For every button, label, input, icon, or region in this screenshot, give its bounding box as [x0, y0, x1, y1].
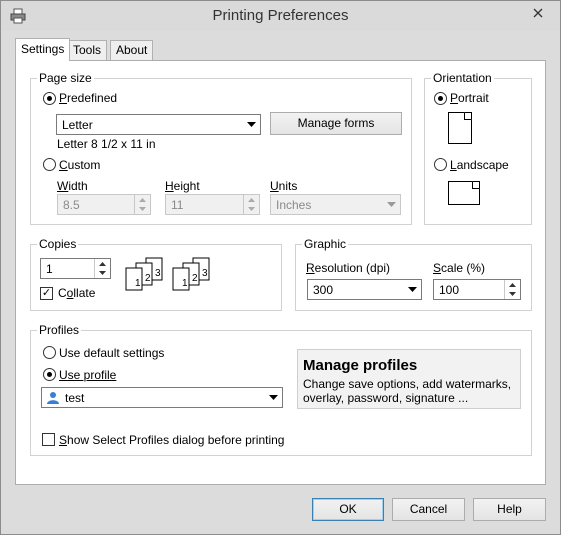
scale-spin-buttons[interactable]: [504, 280, 520, 299]
manage-profiles-desc-line1: Change save options, add watermarks,: [303, 377, 512, 391]
chevron-down-icon: [265, 388, 282, 407]
page-form-value: Letter: [62, 118, 93, 132]
cancel-button[interactable]: Cancel: [392, 498, 465, 521]
resolution-value: 300: [313, 283, 334, 297]
manage-profiles-desc-line2: overlay, password, signature ...: [303, 391, 469, 405]
close-icon: [533, 7, 543, 21]
collate-digit: 3: [155, 268, 161, 279]
spin-up-icon[interactable]: [244, 195, 259, 204]
manage-profiles-panel[interactable]: Manage profiles Change save options, add…: [297, 349, 521, 409]
width-spinner[interactable]: 8.5: [57, 194, 151, 215]
resolution-select[interactable]: 300: [307, 279, 422, 300]
units-select[interactable]: Inches: [270, 194, 401, 215]
predefined-radio[interactable]: [43, 92, 56, 105]
scale-value: 100: [439, 283, 460, 297]
use-profile-radio[interactable]: [43, 368, 56, 381]
landscape-page-icon: [448, 181, 480, 205]
use-default-settings-label: Use default settings: [59, 346, 165, 360]
chevron-down-icon: [383, 195, 400, 214]
copies-spinner[interactable]: 1: [40, 258, 111, 279]
scale-label: Scale (%): [433, 261, 486, 275]
close-button[interactable]: [527, 4, 549, 24]
predefined-label: Predefined: [59, 91, 118, 105]
collate-label: Collate: [58, 286, 96, 300]
copies-value: 1: [46, 262, 53, 276]
landscape-label: Landscape: [450, 158, 509, 172]
scale-spinner[interactable]: 100: [433, 279, 521, 300]
spin-down-icon[interactable]: [505, 289, 520, 298]
width-value: 8.5: [63, 198, 80, 212]
chevron-down-icon: [404, 280, 421, 299]
collate-stack-right: 3 2 1: [172, 257, 210, 291]
copies-spin-buttons[interactable]: [94, 259, 110, 278]
collate-digit: 1: [135, 278, 141, 289]
height-spinner[interactable]: 11: [165, 194, 260, 215]
tab-about[interactable]: About: [110, 40, 154, 60]
collate-checkbox[interactable]: ✓: [40, 287, 53, 300]
height-value: 11: [171, 198, 184, 212]
page-size-legend: Page size: [37, 71, 94, 85]
spin-up-icon[interactable]: [135, 195, 150, 204]
use-profile-label: Use profile: [59, 368, 117, 382]
profiles-legend: Profiles: [37, 323, 82, 337]
copies-legend: Copies: [37, 237, 79, 251]
collate-illustration-icon: 3 2 1 3 2 1: [125, 257, 210, 291]
tab-tools[interactable]: Tools: [67, 40, 108, 60]
show-select-profiles-checkbox[interactable]: [42, 433, 55, 446]
title-bar: Printing Preferences: [1, 1, 560, 31]
collate-stack-left: 3 2 1: [125, 257, 163, 291]
custom-radio[interactable]: [43, 158, 56, 171]
manage-profiles-title: Manage profiles: [303, 357, 418, 374]
height-label: Height: [165, 179, 200, 193]
tab-settings[interactable]: Settings: [15, 38, 71, 61]
portrait-radio[interactable]: [434, 92, 447, 105]
units-value: Inches: [276, 198, 312, 212]
user-icon: [47, 391, 59, 407]
portrait-page-icon: [448, 112, 472, 144]
spin-up-icon[interactable]: [505, 280, 520, 289]
ok-button[interactable]: OK: [312, 498, 384, 521]
landscape-radio[interactable]: [434, 158, 447, 171]
chevron-down-icon: [243, 115, 260, 134]
portrait-label: Portrait: [450, 91, 489, 105]
spin-down-icon[interactable]: [135, 204, 150, 213]
width-spin-buttons[interactable]: [134, 195, 150, 214]
page-form-select[interactable]: Letter: [56, 114, 261, 135]
resolution-label: Resolution (dpi): [306, 261, 391, 275]
collate-digit: 2: [145, 273, 151, 284]
spin-up-icon[interactable]: [95, 259, 110, 268]
orientation-legend: Orientation: [431, 71, 494, 85]
show-select-profiles-label: Show Select Profiles dialog before print…: [59, 433, 285, 447]
spin-down-icon[interactable]: [244, 204, 259, 213]
profile-value: test: [65, 391, 85, 405]
collate-digit: 2: [192, 273, 198, 284]
units-label: Units: [270, 179, 298, 193]
form-description: Letter 8 1/2 x 11 in: [57, 137, 156, 151]
width-label: Width: [57, 179, 88, 193]
profile-select[interactable]: test: [41, 387, 283, 408]
height-spin-buttons[interactable]: [243, 195, 259, 214]
printing-preferences-window: Printing Preferences Settings Tools Abou…: [0, 0, 561, 535]
window-title: Printing Preferences: [212, 7, 349, 24]
collate-digit: 3: [202, 268, 208, 279]
graphic-group: Graphic: [295, 237, 532, 311]
spin-down-icon[interactable]: [95, 268, 110, 277]
use-default-settings-radio[interactable]: [43, 346, 56, 359]
help-button[interactable]: Help: [473, 498, 546, 521]
custom-label: Custom: [59, 158, 101, 172]
collate-digit: 1: [182, 278, 188, 289]
manage-forms-button[interactable]: Manage forms: [270, 112, 402, 135]
graphic-legend: Graphic: [302, 237, 349, 251]
